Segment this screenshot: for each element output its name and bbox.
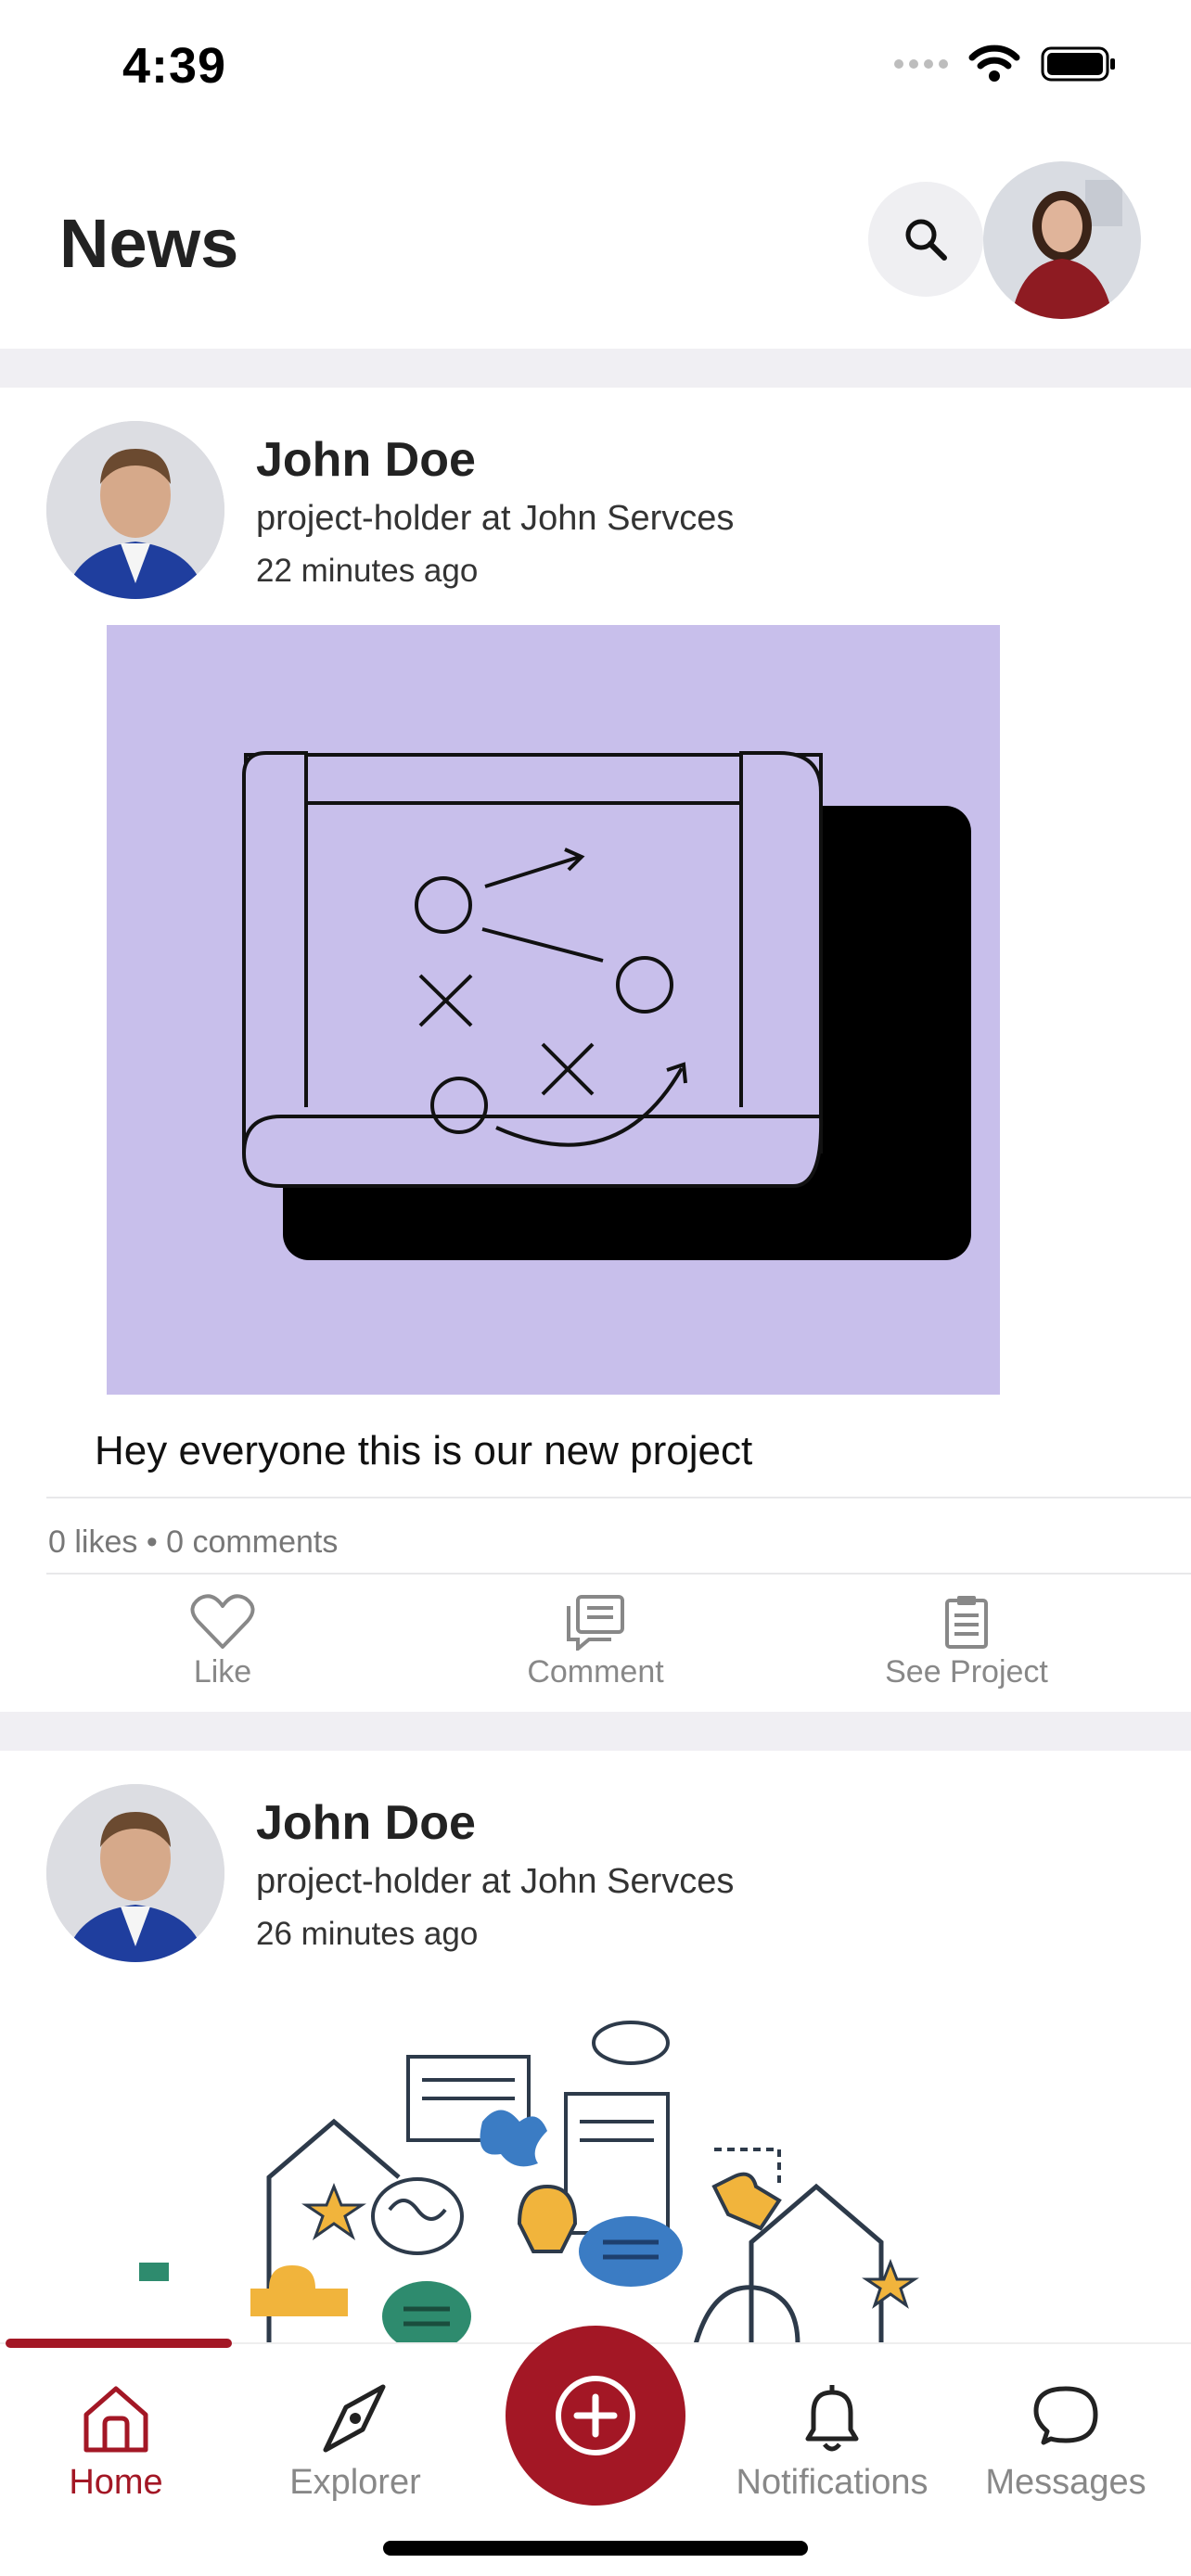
status-icons: [894, 45, 1117, 83]
compass-icon: [323, 2384, 386, 2453]
author-avatar[interactable]: [46, 421, 224, 599]
post-time: 26 minutes ago: [256, 1916, 479, 1952]
author-name[interactable]: John Doe: [256, 1795, 476, 1851]
author-subtitle: project-holder at John Servces: [256, 1862, 735, 1901]
wifi-icon: [968, 45, 1020, 82]
plus-circle-icon: [556, 2376, 635, 2455]
see-project-label: See Project: [885, 1654, 1048, 1690]
search-button[interactable]: [868, 182, 983, 297]
tab-notifications[interactable]: Notifications: [716, 2381, 948, 2503]
tab-explorer-label: Explorer: [289, 2463, 421, 2502]
see-project-button[interactable]: See Project: [827, 1593, 1106, 1690]
profile-avatar[interactable]: [983, 161, 1141, 319]
feed-separator: [0, 349, 1191, 388]
header: News: [0, 148, 1191, 348]
comment-button[interactable]: Comment: [456, 1593, 735, 1690]
search-icon: [905, 219, 947, 261]
divider: [46, 1573, 1191, 1575]
home-indicator: [383, 2541, 808, 2556]
tab-home[interactable]: Home: [0, 2381, 232, 2503]
like-button[interactable]: Like: [83, 1593, 362, 1690]
comment-label: Comment: [527, 1654, 664, 1690]
bell-icon: [805, 2385, 859, 2452]
author-subtitle: project-holder at John Servces: [256, 499, 735, 538]
active-tab-indicator: [6, 2339, 232, 2348]
ideas-collage-illustration: [139, 2021, 919, 2352]
heart-icon: [190, 1594, 255, 1649]
clipboard-icon: [945, 1596, 988, 1649]
post-image[interactable]: [107, 625, 1000, 1395]
divider: [46, 1497, 1191, 1498]
like-label: Like: [193, 1654, 252, 1690]
cellular-signal-icon: [894, 59, 948, 69]
post-stats[interactable]: 0 likes • 0 comments: [48, 1524, 338, 1561]
status-bar: 4:39: [0, 0, 1191, 130]
comment-icon: [567, 1595, 624, 1651]
chat-bubble-icon: [1033, 2386, 1098, 2445]
author-name[interactable]: John Doe: [256, 432, 476, 488]
post-card: John Doe project-holder at John Servces …: [0, 1751, 1191, 2352]
battery-icon: [1041, 46, 1115, 82]
tab-explorer[interactable]: Explorer: [239, 2381, 471, 2503]
strategy-map-illustration: [241, 751, 971, 1260]
feed-separator: [0, 1712, 1191, 1751]
create-post-button[interactable]: [506, 2326, 685, 2506]
post-image[interactable]: [139, 2020, 937, 2352]
home-icon: [83, 2386, 148, 2453]
status-time: 4:39: [122, 38, 227, 94]
tab-home-label: Home: [69, 2463, 163, 2502]
author-avatar[interactable]: [46, 1784, 224, 1962]
post-time: 22 minutes ago: [256, 553, 479, 589]
tab-messages-label: Messages: [985, 2463, 1146, 2502]
post-card: John Doe project-holder at John Servces …: [0, 388, 1191, 1712]
tab-messages[interactable]: Messages: [950, 2381, 1182, 2503]
post-text: Hey everyone this is our new project: [95, 1428, 753, 1473]
page-title: News: [59, 205, 239, 282]
tab-notifications-label: Notifications: [736, 2463, 928, 2502]
